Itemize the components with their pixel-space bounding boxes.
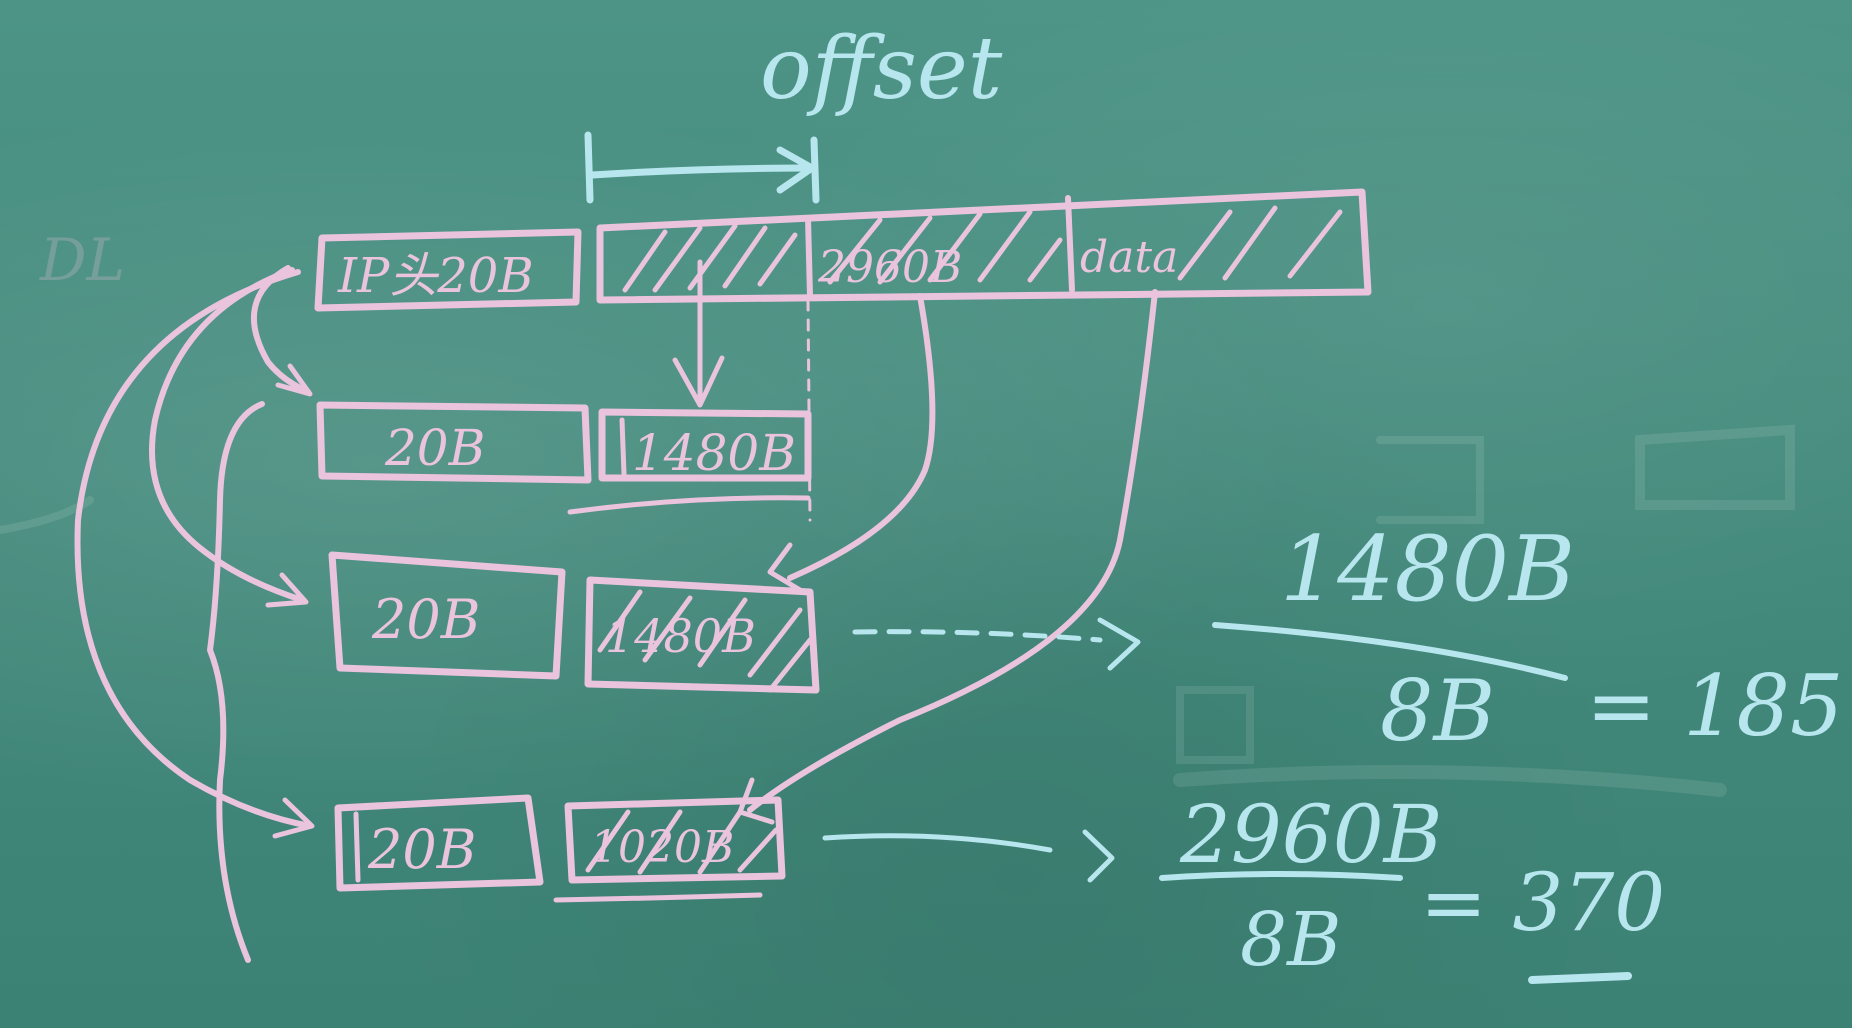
calc-2-numerator: 2960B xyxy=(1179,788,1442,881)
original-right-label: data xyxy=(1080,232,1178,283)
chalkboard: DL offset IP头20B 2960B data 20B 1480B 20… xyxy=(0,0,1852,1028)
offset-arrow xyxy=(584,131,820,204)
calc-arrows xyxy=(822,617,1141,883)
calc-2: 2960B 8B = 370 xyxy=(1159,788,1665,984)
left-faint-text: DL xyxy=(39,226,125,294)
calc-1-result: = 185 xyxy=(1586,657,1843,755)
fragment-3-data: 1020B xyxy=(590,822,734,873)
calc-2-result: = 370 xyxy=(1420,856,1665,949)
chalk-drawing: DL offset IP头20B 2960B data 20B 1480B 20… xyxy=(0,19,1843,984)
calc-1-denominator: 8B xyxy=(1380,662,1495,760)
fragment-2-data: 1480B xyxy=(605,609,756,663)
fragment-3: 20B 1020B xyxy=(334,794,786,903)
fragment-2-header: 20B xyxy=(371,588,480,651)
calc-1-numerator: 1480B xyxy=(1280,517,1575,622)
ip-header-box: IP头20B xyxy=(314,228,582,312)
original-mid-label: 2960B xyxy=(817,242,962,293)
offset-guide xyxy=(806,298,812,522)
fragment-1-data: 1480B xyxy=(632,424,796,482)
fragment-3-header: 20B xyxy=(367,818,476,881)
fragment-2: 20B 1480B xyxy=(328,551,820,694)
ip-header-label: IP头20B xyxy=(337,248,534,304)
arrow-to-fragment-1 xyxy=(672,259,725,408)
fragment-1-header: 20B xyxy=(384,419,485,477)
arrows-from-original xyxy=(737,289,1158,825)
left-brace-arrows xyxy=(74,265,315,963)
fragment-1: 20B 1480B xyxy=(316,401,812,515)
original-datagram-bar: 2960B data xyxy=(596,188,1372,304)
calc-2-denominator: 8B xyxy=(1240,897,1341,983)
offset-heading: offset xyxy=(760,19,1003,119)
calc-1: 1480B 8B = 185 xyxy=(1212,517,1843,760)
